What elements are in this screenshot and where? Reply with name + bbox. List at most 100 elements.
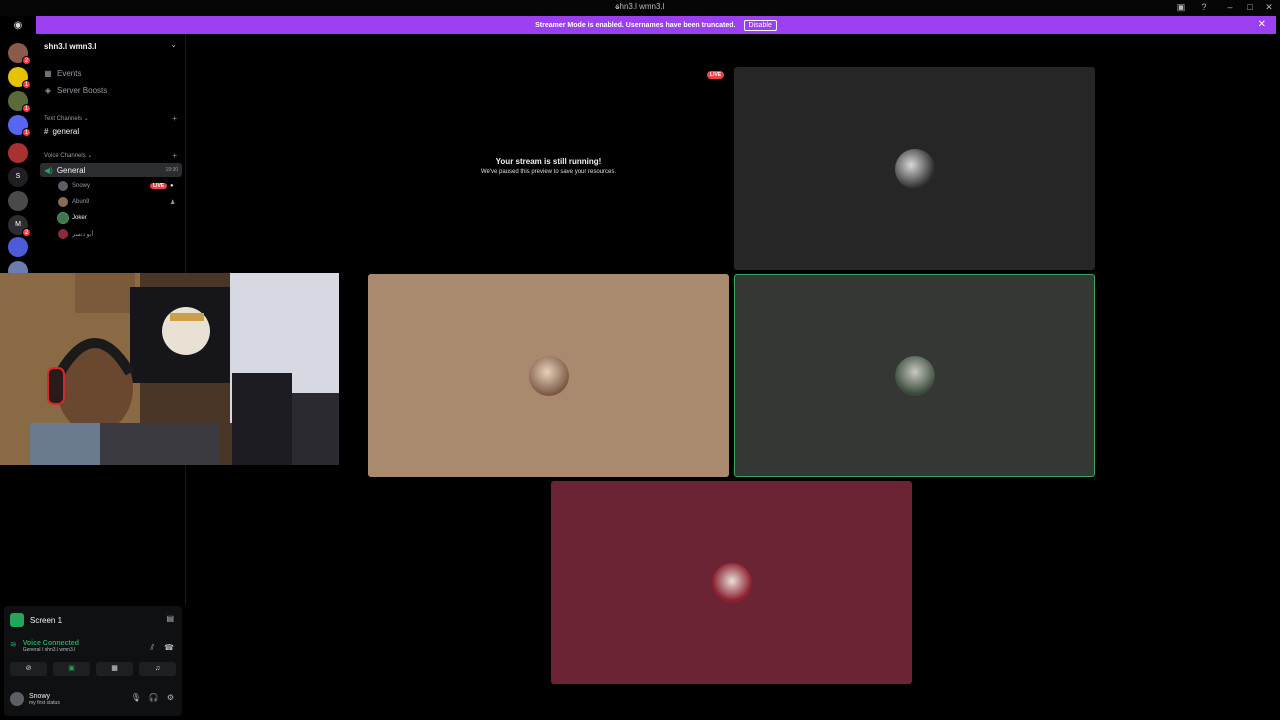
- channel-sidebar: shn3.l wmn3.l ⌄ ▦ Events ◈ Server Boosts…: [36, 34, 186, 276]
- events-label: Events: [57, 69, 82, 78]
- voice-channel-label: General: [56, 165, 86, 175]
- server-icon-5[interactable]: [8, 143, 28, 163]
- live-badge: LIVE: [707, 71, 725, 79]
- server-icon-6[interactable]: S: [8, 167, 28, 187]
- server-boosts-item[interactable]: ◈ Server Boosts: [44, 86, 107, 95]
- streamer-mode-banner: Streamer Mode is enabled. Usernames have…: [36, 16, 1276, 34]
- inbox-icon[interactable]: ▣: [1173, 2, 1189, 13]
- voice-user-4[interactable]: أبو دنسر: [58, 229, 93, 239]
- voice-user-name: Abun9: [72, 199, 90, 205]
- sidebar-empty-area: [36, 465, 186, 605]
- voice-user-snowy[interactable]: Snowy LIVE ●: [58, 181, 182, 191]
- live-badge: LIVE: [150, 183, 168, 189]
- server-icon-9[interactable]: [8, 237, 28, 257]
- stream-paused-message: Your stream is still running! We've paus…: [368, 157, 729, 175]
- close-window-button[interactable]: ✕: [1261, 2, 1277, 13]
- category-label: Text Channels: [44, 116, 83, 122]
- avatar: [10, 692, 24, 706]
- category-label: Voice Channels: [44, 153, 86, 159]
- share-screen-button[interactable]: ▣: [53, 662, 90, 676]
- microphone-icon[interactable]: 🎙: [131, 693, 141, 702]
- gear-icon[interactable]: ⚙: [167, 693, 174, 702]
- voice-user-name: Joker: [72, 215, 87, 221]
- server-icon-8[interactable]: M 2: [8, 215, 31, 237]
- add-voice-channel-icon[interactable]: +: [172, 151, 177, 160]
- maximize-button[interactable]: □: [1242, 2, 1258, 12]
- voice-timer: 19:30: [165, 167, 178, 173]
- server-name[interactable]: shn3.l wmn3.l: [44, 42, 96, 51]
- server-icon-4[interactable]: 1: [8, 115, 31, 137]
- paused-subtitle: We've paused this preview to save your r…: [480, 169, 617, 175]
- minimize-button[interactable]: –: [1222, 2, 1238, 12]
- avatar: [58, 213, 68, 223]
- discord-home-icon[interactable]: ◉: [8, 20, 28, 36]
- notification-badge: 2: [22, 56, 31, 65]
- voice-connection-actions: ⫽ ☎: [150, 643, 174, 653]
- events-item[interactable]: ▦ Events: [44, 69, 81, 78]
- notification-badge: 1: [22, 104, 31, 113]
- disconnect-icon[interactable]: ☎: [164, 643, 174, 653]
- hash-icon: #: [44, 127, 49, 136]
- notification-badge: 2: [22, 228, 31, 237]
- voice-location: General / shn3.l wmn3.l: [22, 647, 76, 653]
- window-title: shn3.l wmn3.l: [615, 2, 665, 11]
- screen-share-label: Screen 1: [30, 615, 63, 625]
- close-icon[interactable]: ✕: [1258, 19, 1266, 30]
- chat-icon: ●: [170, 183, 174, 189]
- server-icon-3[interactable]: 1: [8, 91, 31, 113]
- server-icon-1[interactable]: 2: [8, 43, 31, 65]
- webcam-preview[interactable]: [0, 273, 339, 465]
- webcam-image: [0, 273, 339, 465]
- add-text-channel-icon[interactable]: +: [172, 114, 177, 123]
- avatar: [711, 562, 752, 603]
- voice-connected-label: Voice Connected: [22, 640, 79, 647]
- channel-label: general: [52, 127, 80, 136]
- paused-title: Your stream is still running!: [495, 157, 602, 166]
- participant-tile-3-speaking[interactable]: [734, 274, 1095, 477]
- channel-general-text[interactable]: # general: [44, 127, 79, 136]
- voice-channel-general[interactable]: ◀) General 19:30: [40, 163, 182, 177]
- signal-icon: ≋: [10, 640, 17, 649]
- text-channels-category[interactable]: Text Channels ⌄: [44, 115, 89, 122]
- server-icon-2[interactable]: 1: [8, 67, 31, 89]
- server-icon-7[interactable]: [8, 191, 28, 211]
- user-name: Snowy: [29, 692, 51, 700]
- voice-user-abun9[interactable]: Abun9 ♟: [58, 197, 182, 207]
- voice-user-joker[interactable]: Joker: [58, 213, 87, 223]
- avatar: [528, 355, 569, 396]
- user-status: my first status: [29, 699, 60, 706]
- notification-badge: 1: [22, 80, 31, 89]
- screen-share-row[interactable]: Screen 1: [10, 612, 62, 628]
- stream-settings-icon[interactable]: ▤: [166, 614, 174, 623]
- avatar: [58, 181, 68, 191]
- voice-user-name: Snowy: [72, 183, 91, 189]
- help-icon[interactable]: ?: [1196, 2, 1212, 12]
- avatar: [894, 355, 935, 396]
- noise-suppression-icon[interactable]: ⫽: [150, 643, 154, 653]
- activities-button[interactable]: ▦: [96, 662, 133, 676]
- voice-action-row: ⊘ ▣ ▦ ♫: [10, 662, 176, 676]
- user-controls: 🎙 🎧 ⚙: [131, 693, 174, 702]
- voice-user-panel: Screen 1 ▤ ≋ Voice Connected General / s…: [4, 606, 182, 716]
- camera-off-button[interactable]: ⊘: [10, 662, 47, 676]
- speaker-icon: ◀): [44, 165, 53, 175]
- disable-streamer-mode-button[interactable]: Disable: [743, 19, 777, 31]
- voice-user-name: أبو دنسر: [72, 231, 94, 238]
- server-rail: ◉ 2 1 1 1 S M 2: [0, 16, 36, 281]
- calendar-icon: ▦: [44, 69, 52, 78]
- notification-badge: 1: [22, 128, 31, 137]
- window-titlebar: ⌄ shn3.l wmn3.l ▣ ? – □ ✕: [0, 0, 1280, 16]
- banner-text: Streamer Mode is enabled. Usernames have…: [535, 21, 736, 29]
- voice-connection-status[interactable]: ≋ Voice Connected General / shn3.l wmn3.…: [10, 640, 79, 653]
- soundboard-button[interactable]: ♫: [139, 662, 176, 676]
- participant-tile-1[interactable]: [734, 67, 1095, 270]
- deafened-icon: ♟: [170, 199, 176, 206]
- voice-channels-category[interactable]: Voice Channels ⌄: [44, 152, 92, 159]
- participant-tile-4[interactable]: [551, 481, 912, 684]
- headphones-icon[interactable]: 🎧: [149, 693, 159, 702]
- chevron-down-icon[interactable]: ⌄: [170, 40, 177, 49]
- avatar: [58, 229, 68, 239]
- participant-tile-2[interactable]: [368, 274, 729, 477]
- boosts-label: Server Boosts: [57, 86, 108, 95]
- avatar: [58, 197, 68, 207]
